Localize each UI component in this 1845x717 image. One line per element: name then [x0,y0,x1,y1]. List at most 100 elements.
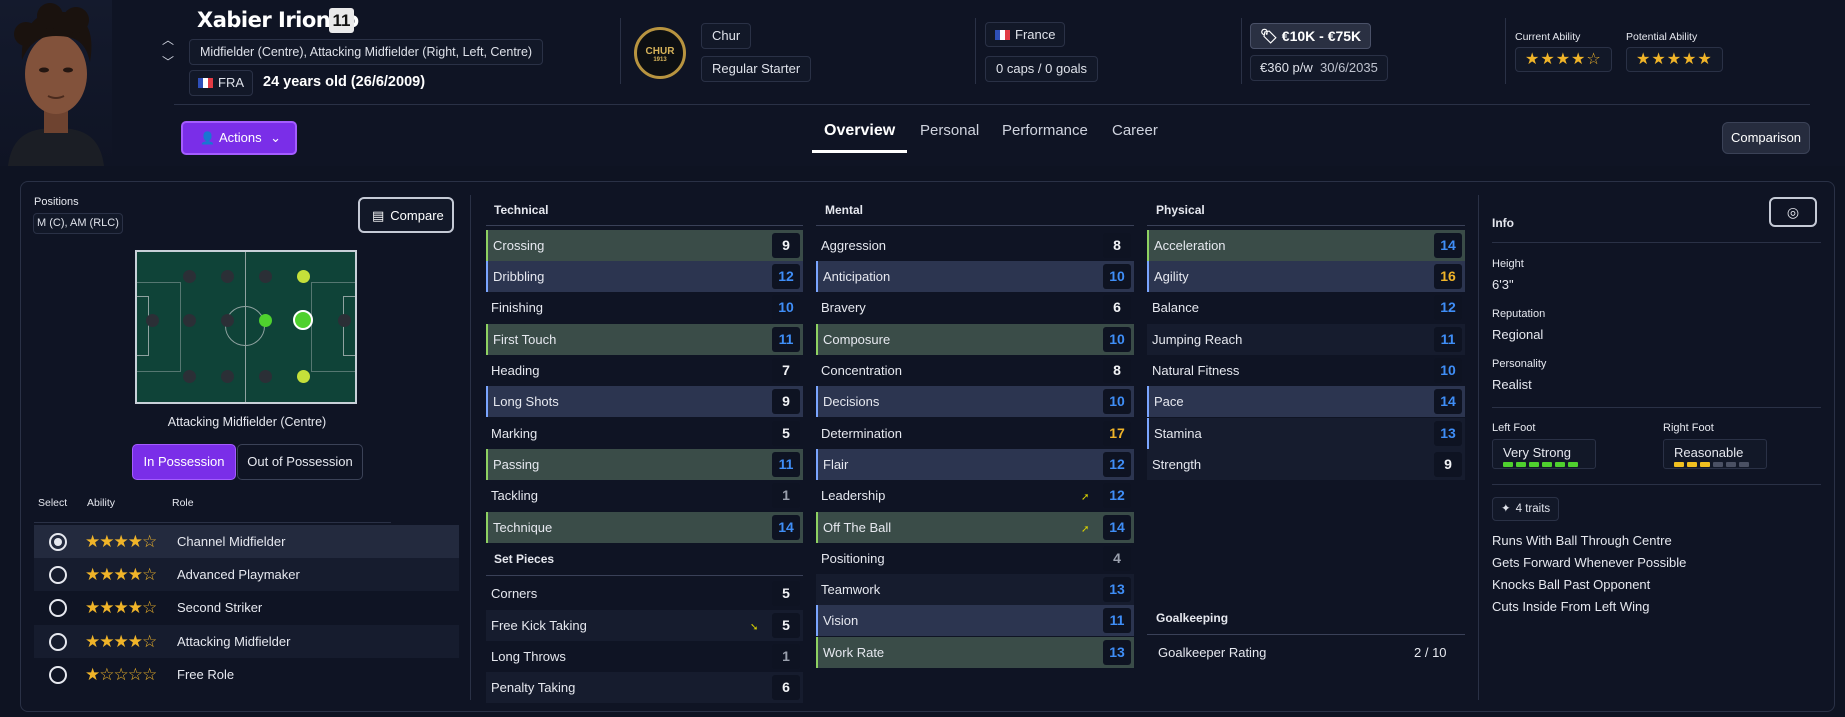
attribute-row[interactable]: Anticipation 10 [816,261,1134,292]
pitch-position-dot[interactable] [259,270,272,283]
pitch-position-dot[interactable] [221,370,234,383]
attribute-row[interactable]: Jumping Reach 11 [1147,324,1465,355]
role-row[interactable]: ★★★★☆ Attacking Midfielder [34,625,459,658]
attribute-row[interactable]: First Touch 11 [486,324,803,355]
club-badge-year: 1913 [653,57,667,63]
attribute-row[interactable]: Corners 5 [486,578,803,609]
attribute-row[interactable]: Work Rate 13 [816,637,1134,668]
role-radio[interactable] [49,565,67,584]
france-flag-icon [198,78,213,88]
role-row[interactable]: ★★★★☆ Advanced Playmaker [34,558,459,591]
attribute-row[interactable]: Long Shots 9 [486,386,803,417]
attribute-row[interactable]: Balance 12 [1147,292,1465,323]
position-pitch [135,250,357,404]
potential-ability-stars: ★★★★★ [1626,47,1723,72]
attribute-row[interactable]: Flair 12 [816,449,1134,480]
pitch-position-dot[interactable] [338,314,351,327]
role-name: Free Role [177,667,235,682]
pitch-position-dot[interactable] [221,314,234,327]
attribute-row[interactable]: Positioning 4 [816,543,1134,574]
trait-item: Gets Forward Whenever Possible [1492,555,1687,570]
club-badge-icon[interactable]: CHUR 1913 [634,27,686,79]
role-radio[interactable] [49,598,67,617]
attribute-row[interactable]: Concentration 8 [816,355,1134,386]
attribute-row[interactable]: Acceleration 14 [1147,230,1465,261]
attribute-row[interactable]: Long Throws 1 [486,641,803,672]
attribute-name: Decisions [823,394,880,409]
role-radio-selected[interactable] [49,532,67,551]
attribute-row[interactable]: Stamina 13 [1147,418,1465,449]
tab-overview[interactable]: Overview [824,122,895,140]
pitch-position-dot[interactable] [183,370,196,383]
attribute-row[interactable]: Penalty Taking 6 [486,672,803,703]
out-of-possession-button[interactable]: Out of Possession [237,444,363,480]
attribute-row[interactable]: Bravery 6 [816,292,1134,323]
nation-chip[interactable]: France [985,22,1066,47]
role-radio[interactable] [49,632,67,651]
attribute-row[interactable]: Finishing 10 [486,292,803,323]
attribute-row[interactable]: Vision 11 [816,605,1134,636]
attribute-row[interactable]: Crossing 9 [486,230,803,261]
pitch-position-dot[interactable] [183,314,196,327]
attribute-row[interactable]: Marking 5 [486,418,803,449]
previous-player-icon[interactable]: ︿ [160,33,176,47]
section-divider [1147,225,1465,226]
selected-position: Attacking Midfielder (Centre) [167,415,327,429]
header-divider [174,104,1810,105]
tab-career[interactable]: Career [1112,122,1158,139]
role-row[interactable]: ★☆☆☆☆ Free Role [34,658,459,691]
attribute-name: Composure [823,332,891,347]
pitch-position-selected[interactable] [293,310,313,330]
actions-button[interactable]: 👤 Actions ⌄ [181,121,297,155]
pitch-position-dot[interactable] [259,370,272,383]
compare-button[interactable]: ▤ Compare [358,197,454,233]
role-radio[interactable] [49,665,67,684]
chevron-down-icon: ⌄ [270,130,281,145]
attribute-row[interactable]: Decisions 10 [816,386,1134,417]
pitch-position-dot[interactable] [183,270,196,283]
role-row[interactable]: ★★★★☆ Channel Midfielder [34,525,459,558]
attribute-row[interactable]: Natural Fitness 10 [1147,355,1465,386]
attribute-row[interactable]: Off The Ball ➚ 14 [816,512,1134,543]
pitch-position-dot[interactable] [146,314,159,327]
attribute-row[interactable]: Leadership ➚ 12 [816,480,1134,511]
tab-performance[interactable]: Performance [1002,122,1088,139]
attribute-name: Bravery [821,300,866,315]
pitch-position-dot[interactable] [221,270,234,283]
attribute-row[interactable]: Free Kick Taking ➘ 5 [486,610,803,641]
attribute-value: 12 [1103,483,1131,508]
attribute-row[interactable]: Aggression 8 [816,230,1134,261]
attribute-row[interactable]: Technique 14 [486,512,803,543]
attribute-row[interactable]: Agility 16 [1147,261,1465,292]
attribute-row[interactable]: Composure 10 [816,324,1134,355]
attribute-row[interactable]: Determination 17 [816,418,1134,449]
pitch-position-dot-natural[interactable] [297,370,310,383]
attribute-name: Leadership [821,488,886,503]
value-chip[interactable]: 🏷 €10K - €75K [1250,23,1372,49]
attribute-name: Dribbling [493,269,545,284]
attribute-row[interactable]: Passing 11 [486,449,803,480]
club-name[interactable]: Chur [701,23,752,49]
attribute-value: 10 [1434,358,1462,383]
traits-chip[interactable]: ✦ 4 traits [1492,497,1560,521]
left-foot-meter [1503,462,1578,467]
attribute-row[interactable]: Strength 9 [1147,449,1465,480]
attribute-row[interactable]: Pace 14 [1147,386,1465,417]
tab-personal[interactable]: Personal [920,122,979,139]
attribute-row[interactable]: Tackling 1 [486,480,803,511]
attribute-row[interactable]: Dribbling 12 [486,261,803,292]
attribute-value: 1 [772,644,800,669]
attribute-name: Long Shots [493,394,559,409]
positions-title: Positions [34,196,79,208]
trait-item: Knocks Ball Past Opponent [1492,577,1651,592]
attribute-row[interactable]: Heading 7 [486,355,803,386]
pitch-position-dot-natural[interactable] [259,314,272,327]
personality-icon-button[interactable]: ◎ [1769,197,1817,227]
role-row[interactable]: ★★★★☆ Second Striker [34,591,459,624]
attribute-name: Vision [823,613,859,628]
pitch-position-dot-natural[interactable] [297,270,310,283]
in-possession-button[interactable]: In Possession [132,444,236,480]
next-player-icon[interactable]: ﹀ [160,55,176,69]
comparison-button[interactable]: Comparison [1722,122,1810,154]
attribute-row[interactable]: Teamwork 13 [816,574,1134,605]
